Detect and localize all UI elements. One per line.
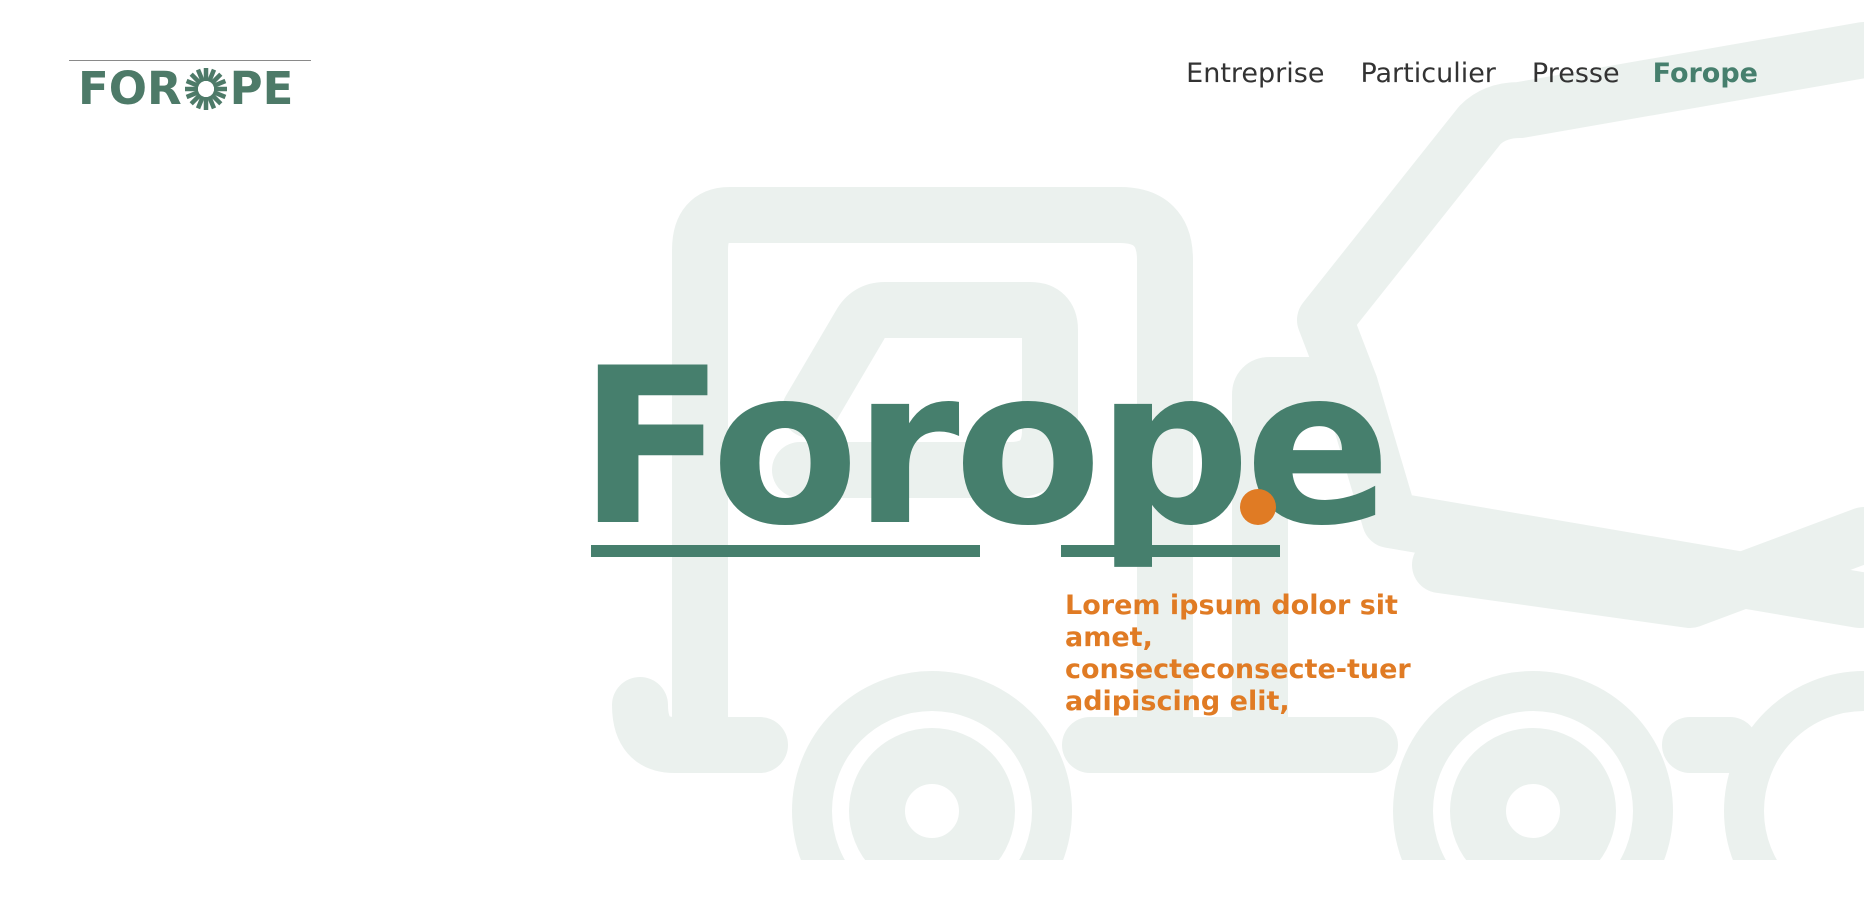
hero-underline-right xyxy=(1061,545,1280,557)
logo-text-left: FOR xyxy=(78,62,182,115)
nav-item-particulier[interactable]: Particulier xyxy=(1360,58,1495,89)
nav-item-presse[interactable]: Presse xyxy=(1532,58,1620,89)
logo-text-right: PE xyxy=(229,62,294,115)
sun-burst-icon xyxy=(184,67,227,110)
nav-item-entreprise[interactable]: Entreprise xyxy=(1186,58,1324,89)
nav-item-forope[interactable]: Forope xyxy=(1653,58,1758,89)
hero-title-dot xyxy=(1240,489,1276,525)
main-nav: Entreprise Particulier Presse Forope xyxy=(1150,58,1758,89)
forope-logo[interactable]: FOR PE xyxy=(69,60,311,116)
hero-underline-left xyxy=(591,545,980,557)
hero-subtitle: Lorem ipsum dolor sit amet, consectecons… xyxy=(1065,590,1411,717)
hero-title: Forope xyxy=(578,340,1391,560)
